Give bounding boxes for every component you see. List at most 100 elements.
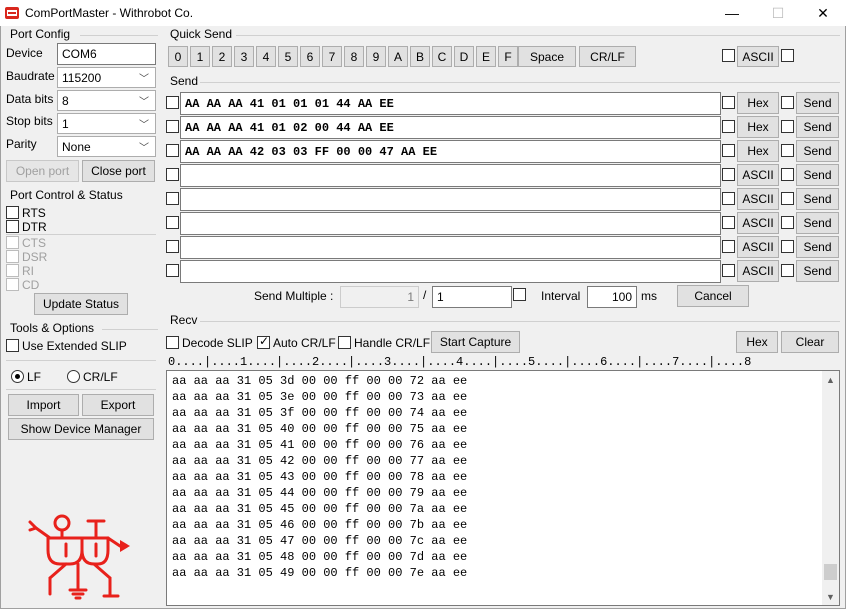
device-field[interactable]: COM6 [57, 43, 156, 65]
quick-send-key-8[interactable]: 8 [344, 46, 364, 67]
quick-send-ascii-button[interactable]: ASCII [737, 46, 779, 67]
send-row-select-checkbox[interactable] [166, 120, 179, 133]
send-row-select-checkbox[interactable] [166, 264, 179, 277]
quick-send-key-e[interactable]: E [476, 46, 496, 67]
send-row-repeat-checkbox[interactable] [781, 192, 794, 205]
quick-send-ascii-checkbox-2[interactable] [781, 49, 794, 62]
quick-send-space-button[interactable]: Space [518, 46, 576, 67]
quick-send-key-5[interactable]: 5 [278, 46, 298, 67]
send-data-field[interactable] [180, 188, 721, 211]
export-button[interactable]: Export [82, 394, 154, 416]
send-multiple-checkbox[interactable] [513, 288, 526, 301]
send-button[interactable]: Send [796, 164, 839, 186]
send-row-mode-checkbox[interactable] [722, 216, 735, 229]
scroll-up-icon[interactable]: ▲ [822, 371, 839, 388]
recv-scrollbar[interactable]: ▲ ▼ [822, 371, 839, 605]
import-button[interactable]: Import [8, 394, 79, 416]
send-mode-button[interactable]: ASCII [737, 236, 779, 258]
send-row-select-checkbox[interactable] [166, 240, 179, 253]
dtr-checkbox[interactable] [6, 220, 19, 233]
send-row-repeat-checkbox[interactable] [781, 216, 794, 229]
quick-send-key-c[interactable]: C [432, 46, 452, 67]
send-data-field[interactable] [180, 212, 721, 235]
send-row-repeat-checkbox[interactable] [781, 144, 794, 157]
send-data-field[interactable]: AA AA AA 42 03 03 FF 00 00 47 AA EE [180, 140, 721, 163]
send-row-mode-checkbox[interactable] [722, 168, 735, 181]
start-capture-button[interactable]: Start Capture [431, 331, 520, 353]
quick-send-ascii-checkbox[interactable] [722, 49, 735, 62]
send-row-repeat-checkbox[interactable] [781, 96, 794, 109]
handle-crlf-checkbox[interactable] [338, 336, 351, 349]
close-port-button[interactable]: Close port [82, 160, 155, 182]
send-row-select-checkbox[interactable] [166, 192, 179, 205]
recv-hex-button[interactable]: Hex [736, 331, 778, 353]
send-row-select-checkbox[interactable] [166, 96, 179, 109]
baudrate-select[interactable]: 115200 ﹀ [57, 67, 156, 88]
show-device-manager-button[interactable]: Show Device Manager [8, 418, 154, 440]
send-row-mode-checkbox[interactable] [722, 240, 735, 253]
send-data-field[interactable]: AA AA AA 41 01 02 00 44 AA EE [180, 116, 721, 139]
send-mode-button[interactable]: ASCII [737, 260, 779, 282]
quick-send-key-a[interactable]: A [388, 46, 408, 67]
scroll-down-icon[interactable]: ▼ [822, 588, 839, 605]
quick-send-key-b[interactable]: B [410, 46, 430, 67]
cancel-button[interactable]: Cancel [677, 285, 749, 307]
send-mode-button[interactable]: ASCII [737, 164, 779, 186]
send-button[interactable]: Send [796, 116, 839, 138]
send-button[interactable]: Send [796, 260, 839, 282]
rts-checkbox[interactable] [6, 206, 19, 219]
recv-text-area[interactable]: aa aa aa 31 05 3d 00 00 ff 00 00 72 aa e… [166, 370, 840, 606]
send-button[interactable]: Send [796, 140, 839, 162]
stopbits-select[interactable]: 1 ﹀ [57, 113, 156, 134]
send-mode-button[interactable]: Hex [737, 116, 779, 138]
update-status-button[interactable]: Update Status [34, 293, 128, 315]
quick-send-key-7[interactable]: 7 [322, 46, 342, 67]
open-port-button[interactable]: Open port [6, 160, 79, 182]
quick-send-key-9[interactable]: 9 [366, 46, 386, 67]
send-row-select-checkbox[interactable] [166, 144, 179, 157]
send-mode-button[interactable]: Hex [737, 92, 779, 114]
send-button[interactable]: Send [796, 212, 839, 234]
send-row-mode-checkbox[interactable] [722, 192, 735, 205]
send-row-repeat-checkbox[interactable] [781, 120, 794, 133]
quick-send-key-1[interactable]: 1 [190, 46, 210, 67]
send-mode-button[interactable]: ASCII [737, 212, 779, 234]
maximize-button[interactable]: ☐ [755, 0, 801, 26]
quick-send-key-4[interactable]: 4 [256, 46, 276, 67]
send-data-field[interactable] [180, 164, 721, 187]
quick-send-key-3[interactable]: 3 [234, 46, 254, 67]
scroll-thumb[interactable] [824, 564, 837, 580]
send-row-mode-checkbox[interactable] [722, 264, 735, 277]
interval-field[interactable]: 100 [587, 286, 637, 308]
crlf-radio[interactable] [67, 370, 80, 383]
close-button[interactable]: ✕ [800, 0, 846, 26]
auto-crlf-checkbox[interactable] [257, 334, 270, 349]
use-extended-slip-checkbox[interactable] [6, 339, 19, 352]
send-row-select-checkbox[interactable] [166, 216, 179, 229]
recv-clear-button[interactable]: Clear [781, 331, 839, 353]
quick-send-key-6[interactable]: 6 [300, 46, 320, 67]
decode-slip-checkbox[interactable] [166, 336, 179, 349]
send-data-field[interactable]: AA AA AA 41 01 01 01 44 AA EE [180, 92, 721, 115]
quick-send-key-d[interactable]: D [454, 46, 474, 67]
lf-radio[interactable] [11, 370, 24, 383]
quick-send-key-2[interactable]: 2 [212, 46, 232, 67]
minimize-button[interactable]: — [709, 0, 755, 26]
send-mode-button[interactable]: Hex [737, 140, 779, 162]
databits-select[interactable]: 8 ﹀ [57, 90, 156, 111]
quick-send-key-f[interactable]: F [498, 46, 518, 67]
send-row-mode-checkbox[interactable] [722, 144, 735, 157]
quick-send-key-0[interactable]: 0 [168, 46, 188, 67]
send-multiple-total-field[interactable]: 1 [432, 286, 512, 308]
send-row-mode-checkbox[interactable] [722, 96, 735, 109]
send-data-field[interactable] [180, 260, 721, 283]
send-row-mode-checkbox[interactable] [722, 120, 735, 133]
send-button[interactable]: Send [796, 188, 839, 210]
send-row-repeat-checkbox[interactable] [781, 264, 794, 277]
send-row-select-checkbox[interactable] [166, 168, 179, 181]
parity-select[interactable]: None ﹀ [57, 136, 156, 157]
send-mode-button[interactable]: ASCII [737, 188, 779, 210]
quick-send-crlf-button[interactable]: CR/LF [579, 46, 636, 67]
send-data-field[interactable] [180, 236, 721, 259]
send-button[interactable]: Send [796, 236, 839, 258]
